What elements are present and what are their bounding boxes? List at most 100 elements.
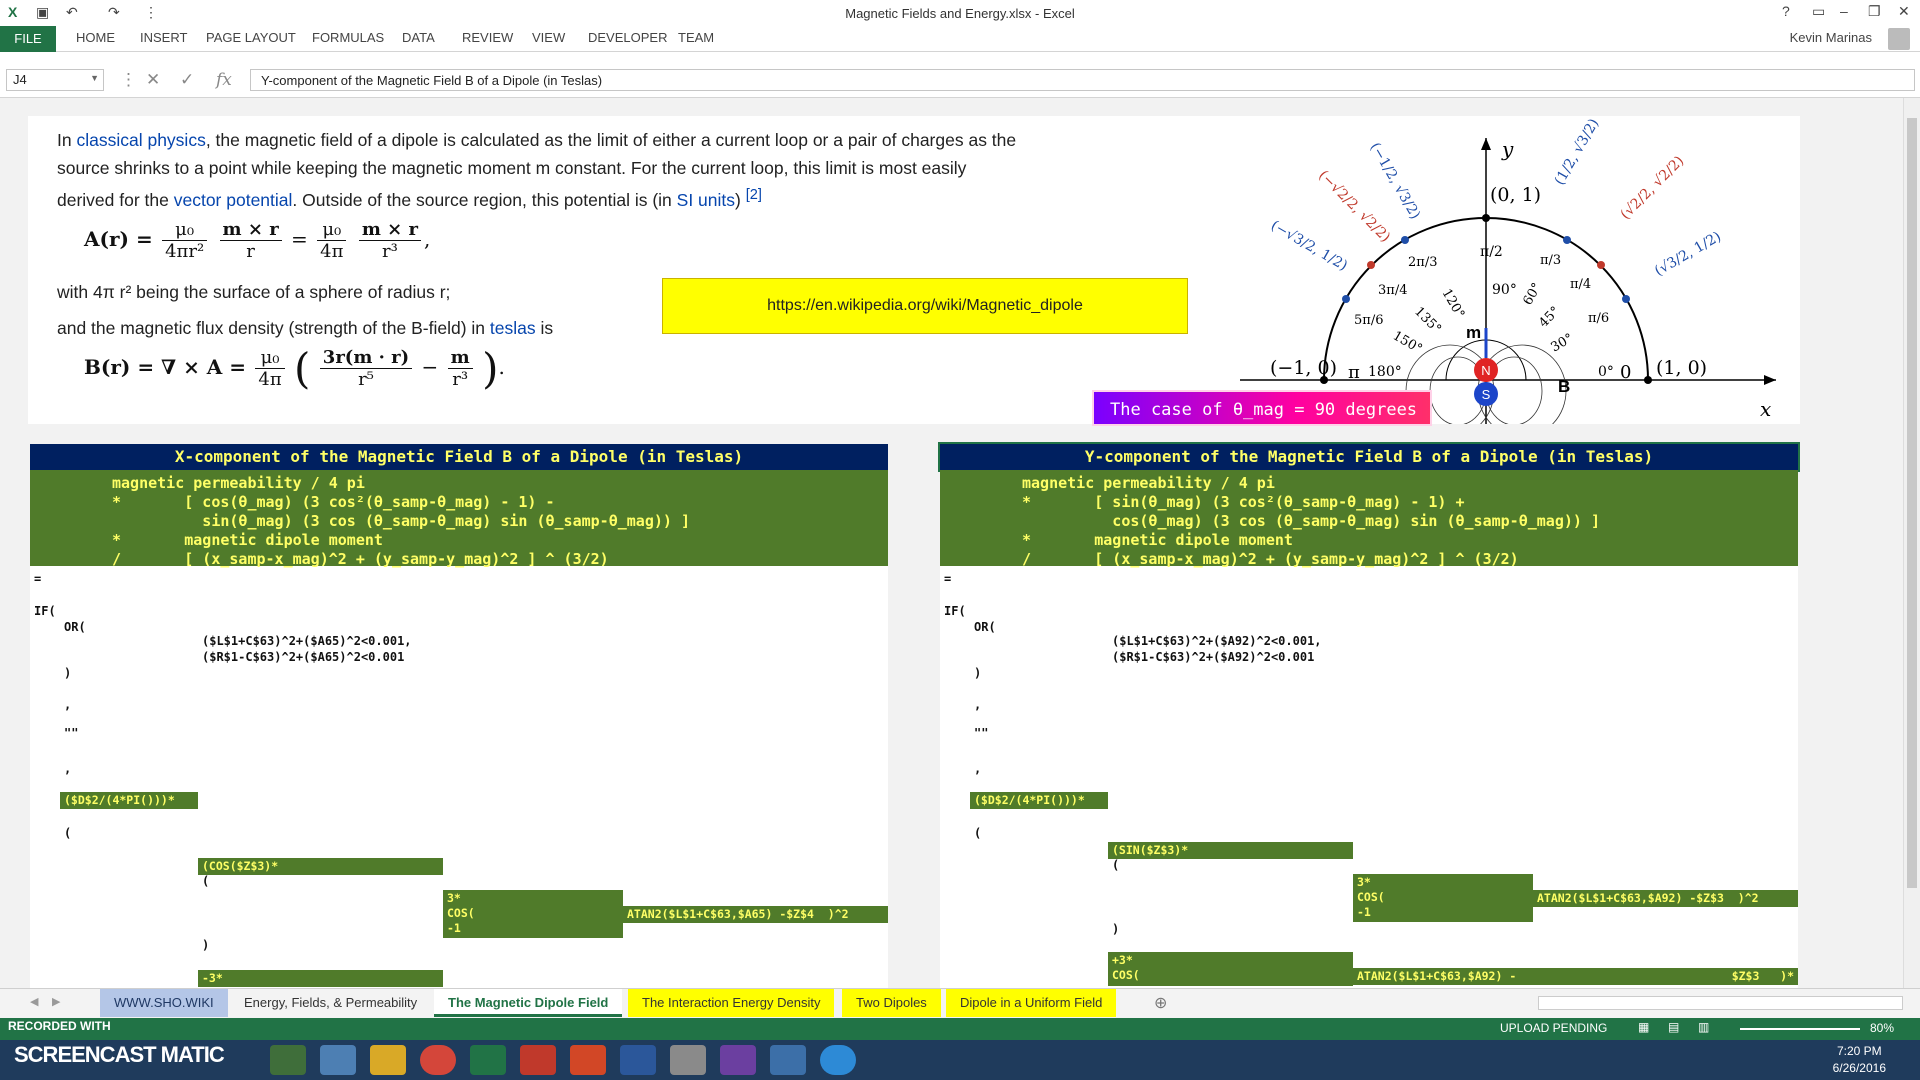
sheet-tab-energy-fields[interactable]: Energy, Fields, & Permeability [230, 989, 432, 1017]
formula-atan2-cell[interactable]: ATAN2($L$1+C$63,$A65) -$Z$4 )^2 [623, 906, 888, 923]
folder-icon[interactable] [370, 1045, 406, 1075]
sheet-tab-sho-wiki[interactable]: WWW.SHO.WIKI [100, 989, 228, 1017]
link-si-units[interactable]: SI units [677, 190, 735, 210]
taskbar-app-icon[interactable] [670, 1045, 706, 1075]
tab-scroll-left-icon[interactable]: ◀ [30, 995, 38, 1008]
formula-comma[interactable]: , [64, 698, 71, 712]
cancel-icon[interactable]: ✕ [146, 70, 160, 90]
formula-or[interactable]: OR( [64, 620, 86, 634]
avatar[interactable] [1888, 28, 1910, 50]
url-cell[interactable]: https://en.wikipedia.org/wiki/Magnetic_d… [662, 278, 1188, 334]
zoom-level[interactable]: 80% [1870, 1021, 1894, 1035]
formula-3cos-cell[interactable]: 3* COS( -1 [1353, 874, 1533, 922]
tab-formulas[interactable]: FORMULAS [312, 30, 384, 45]
insert-function-icon[interactable]: fx [216, 70, 232, 90]
y-component-header[interactable]: Y-component of the Magnetic Field B of a… [938, 442, 1800, 472]
tab-file[interactable]: FILE [0, 26, 56, 52]
zoom-slider[interactable] [1740, 1028, 1860, 1030]
page-break-icon[interactable]: ▥ [1698, 1020, 1709, 1034]
word-icon[interactable] [620, 1045, 656, 1075]
x-component-header[interactable]: X-component of the Magnetic Field B of a… [30, 444, 888, 470]
formula-comma[interactable]: , [974, 762, 981, 776]
screencast-icon[interactable] [820, 1045, 856, 1075]
formula-plus3-cell[interactable]: +3* COS( [1108, 952, 1353, 986]
tab-review[interactable]: REVIEW [462, 30, 513, 45]
formula-input[interactable]: Y-component of the Magnetic Field B of a… [250, 69, 1915, 91]
sheet-tab-two-dipoles[interactable]: Two Dipoles [842, 989, 941, 1017]
powerpoint-icon[interactable] [570, 1045, 606, 1075]
normal-view-icon[interactable]: ▦ [1638, 1020, 1649, 1034]
formula-cond-1[interactable]: ($L$1+C$63)^2+($A65)^2<0.001, [202, 634, 412, 648]
restore-icon[interactable]: ❐ [1868, 3, 1881, 20]
case-label[interactable]: The case of θ_mag = 90 degrees [1092, 390, 1432, 426]
page-layout-icon[interactable]: ▤ [1668, 1020, 1679, 1034]
help-icon[interactable]: ? [1782, 3, 1790, 19]
formula-3cos-cell[interactable]: 3* COS( -1 [443, 890, 623, 938]
user-name[interactable]: Kevin Marinas [1790, 30, 1872, 45]
tab-page-layout[interactable]: PAGE LAYOUT [206, 30, 296, 45]
tab-home[interactable]: HOME [76, 30, 115, 45]
formula-z3-cell[interactable]: $Z$3 )* [1573, 968, 1798, 985]
formula-if[interactable]: IF( [944, 604, 966, 618]
scroll-thumb[interactable] [1907, 118, 1917, 888]
link-classical-physics[interactable]: classical physics [76, 130, 205, 150]
formula-minus3-cell[interactable]: -3* [198, 970, 443, 987]
sheet-tab-magnetic-dipole-field[interactable]: The Magnetic Dipole Field [434, 989, 623, 1017]
formula-permeability-cell[interactable]: ($D$2/(4*PI()))* [970, 792, 1108, 809]
formula-empty-string[interactable]: "" [64, 726, 78, 740]
vertical-scrollbar[interactable] [1903, 98, 1920, 988]
add-sheet-icon[interactable]: ⊕ [1154, 993, 1167, 1013]
minimize-icon[interactable]: – [1840, 3, 1848, 19]
taskbar-app-icon[interactable] [320, 1045, 356, 1075]
formula-comma[interactable]: , [64, 762, 71, 776]
tab-view[interactable]: VIEW [532, 30, 565, 45]
taskbar-app-icon[interactable] [770, 1045, 806, 1075]
formula-equals[interactable]: = [34, 572, 41, 586]
horizontal-scrollbar[interactable] [1538, 996, 1903, 1010]
formula-empty-string[interactable]: "" [974, 726, 988, 740]
formula-open-paren[interactable]: ( [974, 826, 981, 840]
taskbar-app-icon[interactable] [720, 1045, 756, 1075]
tab-data[interactable]: DATA [402, 30, 435, 45]
formula-permeability-cell[interactable]: ($D$2/(4*PI()))* [60, 792, 198, 809]
formula-if[interactable]: IF( [34, 604, 56, 618]
formula-cos-cell[interactable]: (COS($Z$3)* [198, 858, 443, 875]
tab-developer[interactable]: DEVELOPER [588, 30, 667, 45]
formula-open-paren[interactable]: ( [64, 826, 71, 840]
tab-scroll-right-icon[interactable]: ▶ [52, 995, 60, 1008]
upload-pending[interactable]: UPLOAD PENDING [1500, 1021, 1607, 1035]
formula-or[interactable]: OR( [974, 620, 996, 634]
link-vector-potential[interactable]: vector potential [174, 190, 293, 210]
formula-cond-1[interactable]: ($L$1+C$63)^2+($A92)^2<0.001, [1112, 634, 1322, 648]
formula-cond-2[interactable]: ($R$1-C$63)^2+($A65)^2<0.001 [202, 650, 404, 664]
worksheet[interactable]: In classical physics, the magnetic field… [0, 98, 1903, 988]
reference-link[interactable]: [2] [746, 187, 762, 203]
formula-close-paren[interactable]: ) [202, 938, 209, 952]
ribbon-display-icon[interactable]: ▭ [1812, 3, 1825, 20]
formula-sin-cell[interactable]: (SIN($Z$3)* [1108, 842, 1353, 859]
formula-atan2-cell[interactable]: ATAN2($L$1+C$63,$A92) -$Z$3 )^2 [1533, 890, 1798, 907]
sheet-tab-dipole-uniform[interactable]: Dipole in a Uniform Field [946, 989, 1117, 1017]
formula-close-paren[interactable]: ) [1112, 922, 1119, 936]
chevron-down-icon[interactable]: ▼ [90, 73, 99, 83]
taskbar-app-icon[interactable] [520, 1045, 556, 1075]
link-teslas[interactable]: teslas [490, 318, 536, 338]
sheet-tab-interaction-energy[interactable]: The Interaction Energy Density [628, 989, 835, 1017]
name-box[interactable]: J4 ▼ [6, 69, 104, 91]
y-component-description[interactable]: magnetic permeability / 4 pi * [ sin(θ_m… [940, 470, 1798, 568]
formula-close-paren[interactable]: ) [64, 666, 71, 680]
formula-cond-2[interactable]: ($R$1-C$63)^2+($A92)^2<0.001 [1112, 650, 1314, 664]
tab-insert[interactable]: INSERT [140, 30, 187, 45]
excel-icon[interactable] [470, 1045, 506, 1075]
close-icon[interactable]: ✕ [1898, 3, 1910, 20]
formula-atan2-cell-2[interactable]: ATAN2($L$1+C$63,$A92) - [1353, 968, 1573, 985]
x-component-description[interactable]: magnetic permeability / 4 pi * [ cos(θ_m… [30, 470, 888, 568]
chrome-icon[interactable] [420, 1045, 456, 1075]
formula-comma[interactable]: , [974, 698, 981, 712]
formula-open-paren[interactable]: ( [202, 874, 209, 888]
clock[interactable]: 7:20 PM 6/26/2016 [1833, 1043, 1886, 1077]
enter-icon[interactable]: ✓ [180, 70, 194, 90]
formula-equals[interactable]: = [944, 572, 951, 586]
taskbar-app-icon[interactable] [270, 1045, 306, 1075]
formula-open-paren[interactable]: ( [1112, 858, 1119, 872]
